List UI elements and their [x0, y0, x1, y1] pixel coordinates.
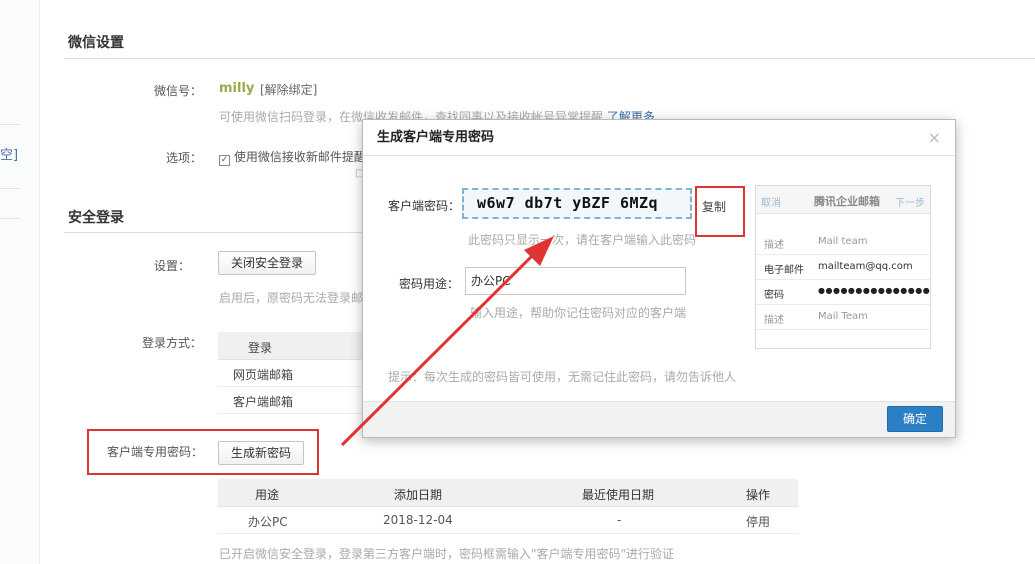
arrow-line [340, 250, 538, 447]
annotation-arrow [340, 236, 554, 447]
